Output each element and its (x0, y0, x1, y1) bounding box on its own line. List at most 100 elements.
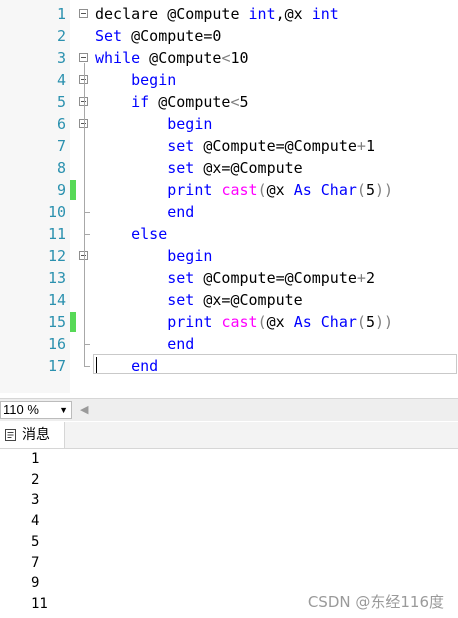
line-number: 17 (47, 357, 66, 375)
line-number: 13 (47, 269, 66, 287)
code-line[interactable]: set @Compute=@Compute+2 (95, 267, 458, 289)
code-token: 5 (365, 181, 375, 199)
code-line[interactable]: while @Compute<10 (95, 47, 458, 69)
message-line: 7 (31, 554, 40, 571)
code-token: @x=@Compute (194, 159, 303, 177)
code-token: @x (266, 313, 294, 331)
code-line[interactable]: end (95, 333, 458, 355)
code-token: )) (374, 313, 394, 331)
code-token: 10 (230, 49, 249, 67)
line-number: 2 (56, 27, 66, 45)
code-token: 5 (365, 313, 375, 331)
code-line[interactable]: Set @Compute=0 (95, 25, 458, 47)
message-line: 4 (31, 513, 40, 530)
code-token: @x=@Compute (194, 291, 303, 309)
code-token: @Compute=@Compute (194, 137, 357, 155)
code-token: ( (257, 181, 267, 199)
line-number: 3 (56, 49, 66, 67)
code-token: set (95, 137, 195, 155)
line-number: 12 (47, 247, 66, 265)
code-token: end (95, 335, 195, 353)
code-token: begin (95, 247, 213, 265)
code-token: Char (320, 313, 357, 331)
code-line[interactable]: set @Compute=@Compute+1 (95, 135, 458, 157)
code-token: @Compute=0 (122, 27, 222, 45)
code-token: if (95, 93, 150, 111)
code-token: ( (257, 313, 267, 331)
code-token: ( (356, 313, 366, 331)
code-token: begin (95, 115, 213, 133)
line-number: 8 (56, 159, 66, 177)
scroll-left-arrow-icon[interactable]: ◀ (80, 403, 88, 416)
code-token: @Compute=@Compute (194, 269, 357, 287)
code-token: Char (320, 181, 357, 199)
code-token: ( (356, 181, 366, 199)
code-line[interactable]: begin (95, 245, 458, 267)
message-line: 2 (31, 471, 40, 488)
code-token: As (293, 313, 312, 331)
code-token: )) (374, 181, 394, 199)
code-token: int (311, 5, 339, 23)
message-line: 3 (31, 492, 40, 509)
code-token: end (95, 203, 195, 221)
code-line[interactable]: begin (95, 113, 458, 135)
code-line[interactable]: declare @Compute int,@x int (95, 3, 458, 25)
message-line: 5 (31, 533, 40, 550)
code-line[interactable]: end (95, 201, 458, 223)
line-number: 6 (56, 115, 66, 133)
message-line: 11 (31, 595, 48, 612)
message-line: 1 (31, 451, 40, 467)
chevron-down-icon[interactable]: ▼ (59, 402, 68, 418)
code-token: set (95, 291, 195, 309)
line-number: 9 (56, 181, 66, 199)
current-line-highlight (93, 354, 457, 374)
line-number: 5 (56, 93, 66, 111)
code-token: @x (266, 181, 294, 199)
code-token: set (95, 159, 195, 177)
zoom-value: 110 % (3, 402, 39, 417)
code-token: 5 (239, 93, 249, 111)
code-token: 2 (365, 269, 375, 287)
code-line[interactable]: begin (95, 69, 458, 91)
line-number: 4 (56, 71, 66, 89)
query-editor[interactable]: 1 2 3 4 5 6 7 8 9 10 11 12 13 14 15 16 17 declare @Compu… (0, 0, 458, 393)
code-token: Set (95, 27, 123, 45)
code-token: print (95, 181, 213, 199)
line-number: 1 (56, 5, 66, 23)
code-token: declare @Compute (95, 5, 249, 23)
code-token: ,@x (275, 5, 312, 23)
code-token: cast (221, 313, 258, 331)
code-token: + (356, 269, 366, 287)
code-token: else (95, 225, 168, 243)
code-token: @Compute (140, 49, 222, 67)
editor-status-bar: 110 % ▼ ◀ (0, 398, 458, 421)
code-token: while (95, 49, 141, 67)
code-token: int (248, 5, 276, 23)
code-token: begin (95, 71, 177, 89)
code-line[interactable]: set @x=@Compute (95, 157, 458, 179)
line-number: 11 (47, 225, 66, 243)
line-number: 14 (47, 291, 66, 309)
message-line: 9 (31, 575, 40, 592)
results-tab-bar: 消息 (0, 422, 458, 449)
code-line[interactable]: set @x=@Compute (95, 289, 458, 311)
code-token: < (230, 93, 240, 111)
messages-icon (5, 429, 16, 441)
code-line[interactable]: print cast(@x As Char(5)) (95, 311, 458, 333)
code-line[interactable]: print cast(@x As Char(5)) (95, 179, 458, 201)
code-area[interactable]: declare @Compute int,@x int Set @Compute=… (70, 0, 458, 393)
code-token: @Compute (149, 93, 231, 111)
code-token: + (356, 137, 366, 155)
text-caret (96, 357, 97, 373)
code-line[interactable]: else (95, 223, 458, 245)
code-token: 1 (365, 137, 375, 155)
code-token: As (293, 181, 312, 199)
watermark: CSDN @东经116度 (307, 593, 444, 611)
line-number: 7 (56, 137, 66, 155)
code-line[interactable]: if @Compute<5 (95, 91, 458, 113)
tab-messages[interactable]: 消息 (0, 422, 65, 448)
code-token: set (95, 269, 195, 287)
zoom-dropdown[interactable]: 110 % ▼ (0, 401, 72, 419)
